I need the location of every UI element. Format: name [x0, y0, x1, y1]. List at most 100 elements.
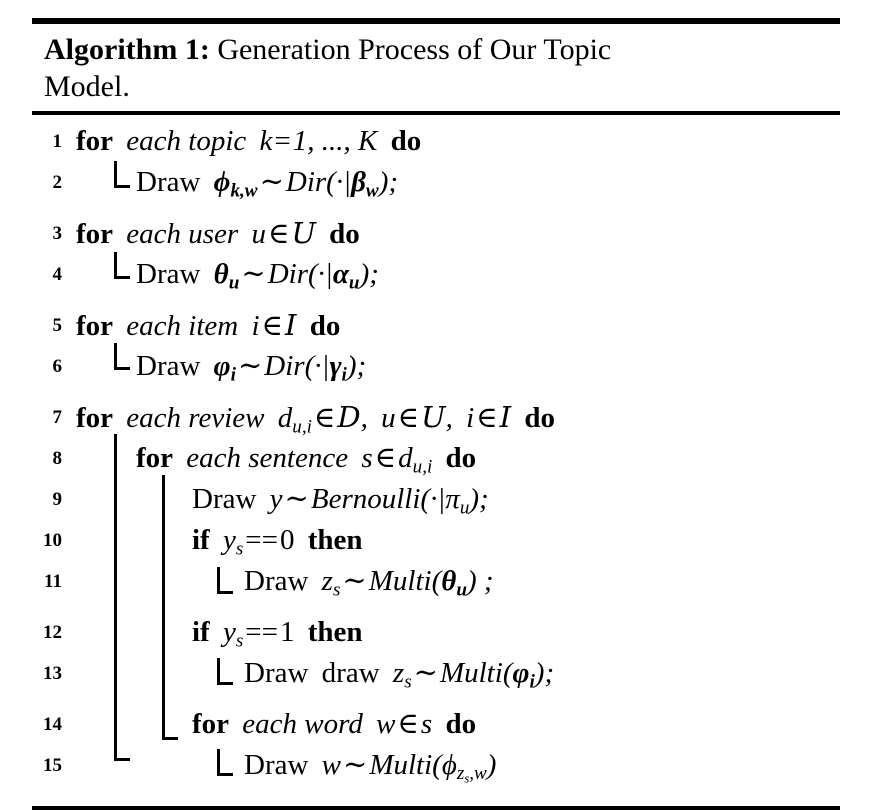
algorithm-caption: Algorithm 1: Generation Process of Our T…: [32, 24, 840, 111]
algorithm-line-2: 2 Draw ϕk,w∼Dir(·|βw);: [32, 162, 840, 213]
keyword-if-10: if: [192, 524, 210, 556]
line-number-6: 6: [52, 356, 63, 377]
condition-var-10: y: [222, 524, 236, 556]
loop-body-8: each sentence: [186, 442, 349, 474]
element-of-op-8: ∈: [374, 442, 397, 474]
bottom-rule: [32, 806, 840, 810]
separator-7b: ,: [445, 402, 453, 434]
algorithm-line-11: 11 Draw zs∼Multi(θu) ;: [32, 561, 840, 612]
draw-target-subscript-2: k,w: [230, 180, 258, 202]
keyword-for-7: for: [76, 402, 114, 434]
draw-verb-2: Draw: [136, 166, 201, 198]
statement-close-15: ): [486, 749, 497, 781]
loop-set-8: d: [398, 442, 413, 474]
element-of-op2-7: ∈: [397, 402, 420, 434]
draw-target-subscript-4: u: [228, 272, 240, 294]
distributed-op-6: ∼: [237, 350, 263, 382]
line-content-12: if ys==1 then: [192, 614, 363, 650]
loop-set-5: I: [284, 308, 297, 342]
line-content-13: Draw draw zs∼Multi(φi);: [244, 655, 554, 691]
draw-verb2-13: draw: [321, 657, 380, 689]
distribution-name-11: Multi: [368, 565, 432, 597]
statement-close-11: ) ;: [466, 565, 494, 597]
condition-value-12: 1: [280, 616, 295, 648]
distributed-op-4: ∼: [241, 258, 266, 290]
distribution-name-4: Dir: [267, 258, 308, 290]
algorithm-line-4: 4 Draw θu∼Dir(·|αu);: [32, 254, 840, 305]
loop-var-subscript-7: u,i: [292, 416, 312, 438]
line-content-14: for each word w∈s do: [192, 706, 476, 742]
distributed-op-13: ∼: [413, 657, 438, 689]
loop-var-7: d: [277, 402, 293, 434]
keyword-do-5: do: [309, 310, 341, 342]
distribution-args-9: (·|: [420, 483, 446, 515]
algorithm-line-9: 9 Draw y∼Bernoulli(·|πu);: [32, 479, 840, 520]
line-number-14: 14: [43, 714, 62, 735]
distributed-op-15: ∼: [343, 749, 368, 781]
loop-set3-7: I: [499, 400, 512, 434]
keyword-do-1: do: [390, 125, 422, 157]
draw-verb-6: Draw: [136, 350, 201, 382]
loop-var-14: w: [376, 708, 396, 740]
line-content-1: for each topic k=1, ..., K do: [76, 123, 421, 159]
distribution-args-11: (: [431, 565, 442, 597]
line-content-11: Draw zs∼Multi(θu) ;: [244, 563, 494, 599]
draw-verb-4: Draw: [136, 258, 201, 290]
equals-op-1: =: [274, 125, 291, 157]
draw-target-4: θ: [213, 258, 229, 290]
condition-value-10: 0: [280, 524, 295, 556]
keyword-for-3: for: [76, 218, 114, 250]
distributed-op-9: ∼: [284, 483, 309, 515]
line-number-3: 3: [52, 223, 63, 244]
line-number-9: 9: [52, 489, 63, 510]
algorithm-line-12: 12 if ys==1 then: [32, 612, 840, 653]
element-of-op3-7: ∈: [476, 402, 498, 434]
statement-close-9: );: [469, 483, 489, 515]
distribution-name-6: Dir: [264, 350, 305, 382]
element-of-op-5: ∈: [261, 310, 283, 342]
distribution-param-11: θ: [441, 565, 457, 597]
element-of-op-3: ∈: [267, 218, 290, 250]
algorithm-line-3: 3 for each user u∈U do: [32, 213, 840, 254]
loop-set-subscript-8: u,i: [412, 456, 433, 478]
draw-target-subscript-13: s: [404, 671, 412, 693]
line-number-12: 12: [43, 622, 62, 643]
draw-target-2: ϕ: [213, 166, 231, 198]
distribution-name-9: Bernoulli: [310, 483, 421, 515]
statement-close-13: );: [534, 657, 555, 689]
algorithm-line-15: 15 Draw w∼Multi(ϕzs,w): [32, 745, 840, 786]
line-content-10: if ys==0 then: [192, 522, 363, 558]
loop-set2-7: U: [421, 400, 446, 434]
algorithm-line-13: 13 Draw draw zs∼Multi(φi);: [32, 653, 840, 704]
distribution-param-subscript-2: w: [365, 180, 379, 202]
algorithm-line-14: 14 for each word w∈s do: [32, 704, 840, 745]
algorithm-line-7: 7 for each review du,i∈D, u∈U, i∈I do: [32, 397, 840, 438]
keyword-do-7: do: [524, 402, 555, 434]
line-content-3: for each user u∈U do: [76, 215, 360, 252]
compare-op-12: ==: [245, 616, 279, 648]
loop-set-7: D: [337, 400, 361, 434]
statement-close-4: );: [359, 258, 379, 290]
keyword-do-14: do: [445, 708, 477, 740]
keyword-for-14: for: [192, 708, 230, 740]
line-number-8: 8: [52, 448, 63, 469]
distribution-args-2: (·|: [326, 166, 352, 198]
draw-target-6: φ: [213, 350, 231, 382]
element-of-op-14: ∈: [397, 708, 419, 740]
keyword-for-1: for: [76, 125, 114, 157]
algorithm-label: Algorithm 1:: [44, 33, 210, 66]
distribution-param-13: φ: [512, 657, 530, 689]
line-number-2: 2: [52, 172, 63, 193]
distribution-param-9: π: [445, 483, 460, 515]
algorithm-line-8: 8 for each sentence s∈du,i do: [32, 438, 840, 479]
subscript-rest-15: ,w: [469, 763, 487, 785]
distribution-name-15: Multi: [369, 749, 433, 781]
distributed-op-2: ∼: [259, 166, 284, 198]
draw-target-15: w: [321, 749, 342, 781]
algorithm-block: Algorithm 1: Generation Process of Our T…: [32, 18, 840, 810]
distribution-param-subscript-4: u: [348, 272, 360, 294]
line-content-4: Draw θu∼Dir(·|αu);: [136, 256, 379, 292]
distribution-args-6: (·|: [304, 350, 330, 382]
distribution-args-15: (: [432, 749, 442, 781]
draw-verb-11: Draw: [244, 565, 309, 597]
